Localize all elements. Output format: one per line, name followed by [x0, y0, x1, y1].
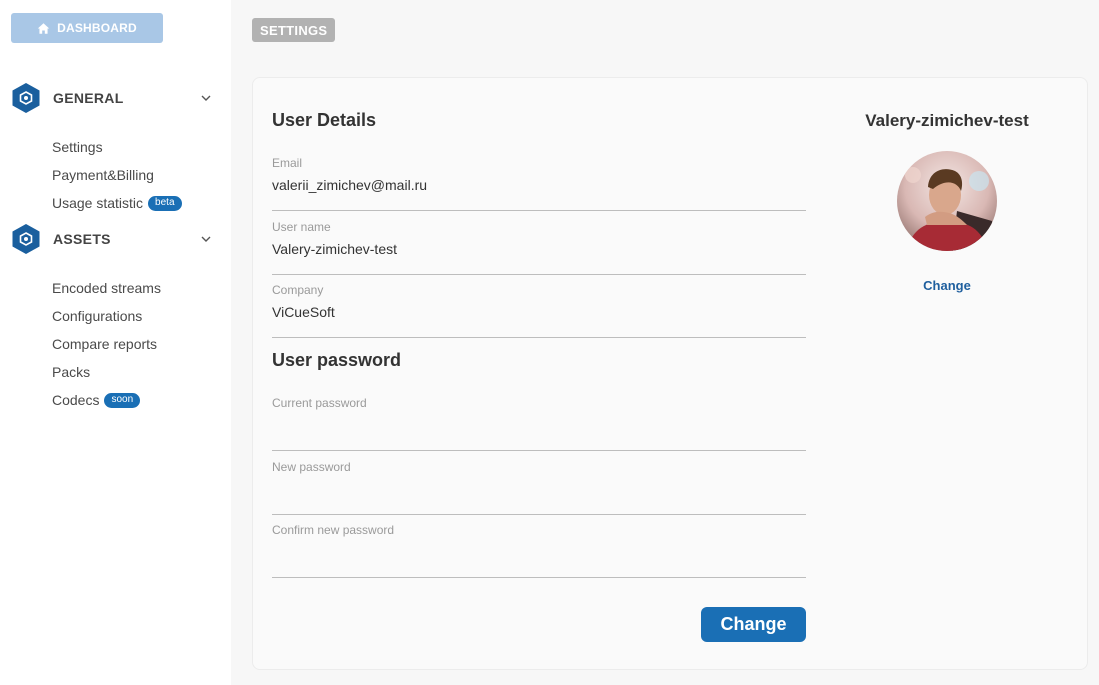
sidebar-item-compare-reports[interactable]: Compare reports: [52, 336, 157, 352]
username-value: Valery-zimichev-test: [272, 241, 397, 257]
username-label: User name: [272, 220, 331, 234]
user-details-title: User Details: [272, 110, 377, 130]
dashboard-button[interactable]: DASHBOARD: [11, 13, 163, 43]
beta-badge: beta: [148, 195, 182, 211]
sidebar-item-label: Configurations: [52, 308, 143, 324]
section-general[interactable]: GENERAL: [11, 82, 216, 114]
change-password-button[interactable]: Change: [701, 607, 806, 642]
settings-card: User Details Email valerii_zimichev@mail…: [252, 77, 1088, 670]
email-field[interactable]: Email valerii_zimichev@mail.ru: [272, 156, 806, 211]
section-assets[interactable]: ASSETS: [11, 223, 216, 255]
username-field[interactable]: User name Valery-zimichev-test: [272, 220, 806, 275]
user-password-title: User password: [272, 350, 402, 370]
hexagon-icon: [11, 82, 41, 114]
avatar[interactable]: [897, 151, 997, 251]
email-label: Email: [272, 156, 303, 170]
section-general-label: GENERAL: [53, 90, 124, 106]
sidebar-item-label: Payment&Billing: [52, 167, 154, 183]
sidebar-item-label: Usage statistic: [52, 195, 144, 211]
change-avatar-link[interactable]: Change: [821, 278, 1073, 293]
sidebar: DASHBOARD GENERAL Settings Payment&Billi…: [0, 0, 231, 685]
section-assets-label: ASSETS: [53, 231, 111, 247]
sidebar-item-codecs[interactable]: Codecs soon: [52, 392, 141, 408]
sidebar-item-encoded-streams[interactable]: Encoded streams: [52, 280, 161, 296]
sidebar-item-label: Packs: [52, 364, 91, 380]
current-password-label: Current password: [272, 396, 367, 410]
new-password-input[interactable]: [272, 480, 806, 510]
sidebar-item-packs[interactable]: Packs: [52, 364, 90, 380]
sidebar-item-payment-billing[interactable]: Payment&Billing: [52, 167, 154, 183]
current-password-input[interactable]: [272, 416, 806, 446]
sidebar-item-label: Compare reports: [52, 336, 158, 352]
company-label: Company: [272, 283, 324, 297]
chevron-down-icon: [201, 236, 211, 242]
company-field[interactable]: Company ViCueSoft: [272, 283, 806, 338]
new-password-label: New password: [272, 460, 351, 474]
confirm-password-field: Confirm new password: [272, 523, 806, 578]
dashboard-button-label: DASHBOARD: [57, 21, 137, 35]
sidebar-item-settings[interactable]: Settings: [52, 139, 103, 155]
chevron-down-icon: [201, 95, 211, 101]
sidebar-item-label: Encoded streams: [52, 280, 161, 296]
new-password-field: New password: [272, 460, 806, 515]
sidebar-item-label: Codecs: [52, 392, 100, 408]
home-icon: [37, 22, 50, 34]
current-password-field: Current password: [272, 396, 806, 451]
sidebar-item-label: Settings: [52, 139, 103, 155]
sidebar-item-configurations[interactable]: Configurations: [52, 308, 142, 324]
soon-badge: soon: [104, 392, 141, 408]
profile-name: Valery-zimichev-test: [865, 111, 1029, 130]
company-value: ViCueSoft: [272, 304, 335, 320]
sidebar-item-usage-statistic[interactable]: Usage statistic beta: [52, 195, 182, 211]
page-title: SETTINGS: [252, 18, 336, 42]
hexagon-icon: [11, 223, 41, 255]
email-value: valerii_zimichev@mail.ru: [272, 177, 428, 193]
confirm-password-input[interactable]: [272, 543, 806, 573]
confirm-password-label: Confirm new password: [272, 523, 395, 537]
